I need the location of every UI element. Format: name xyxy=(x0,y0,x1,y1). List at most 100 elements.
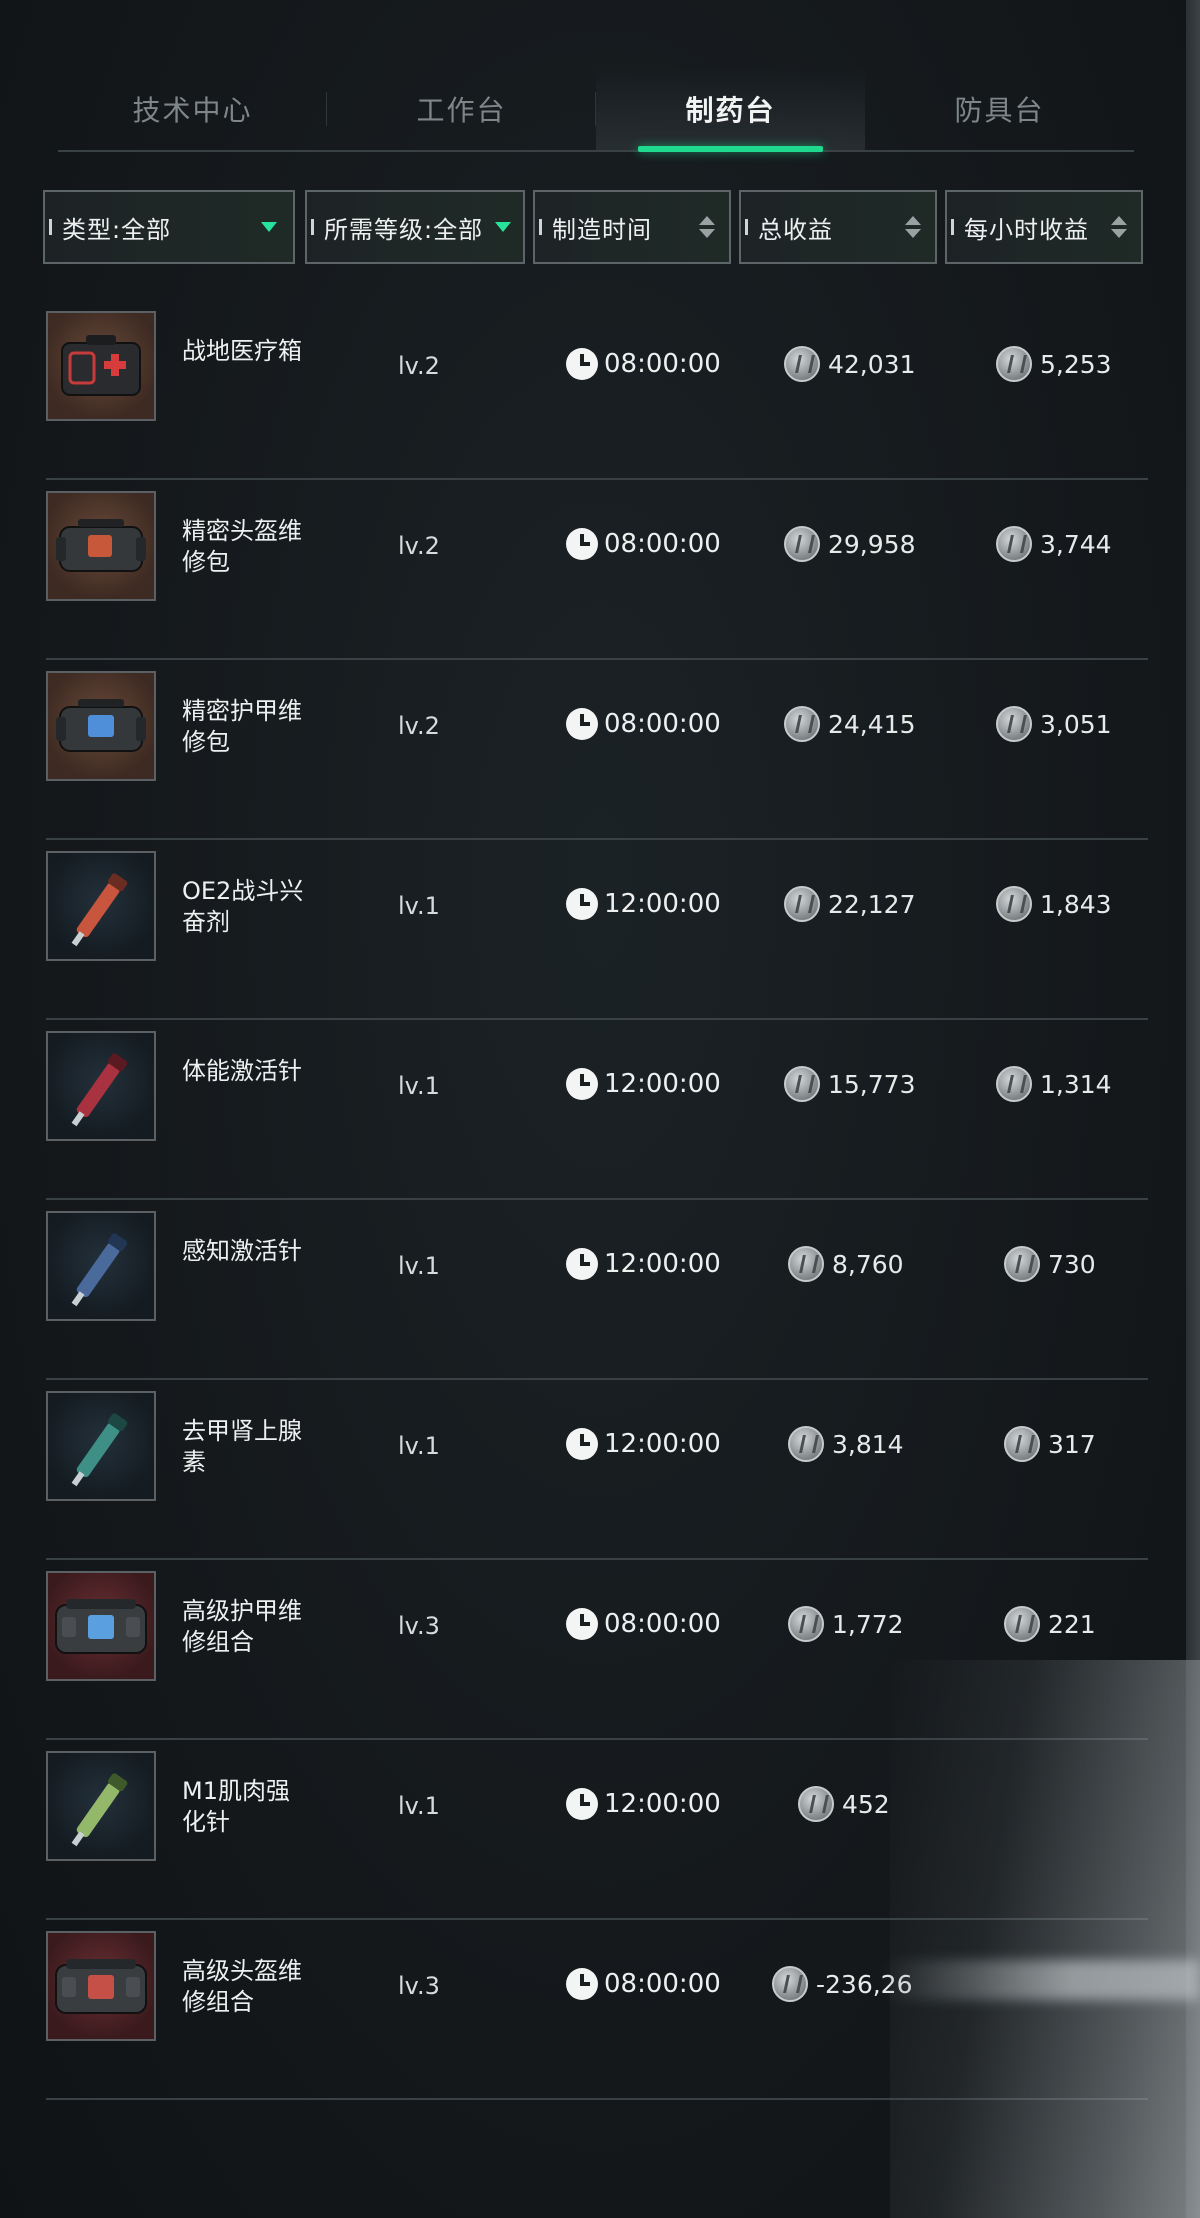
recipe-list: 战地医疗箱 lv.2 08:00:00 42,031 5,253 精密头盔维修包… xyxy=(46,300,1148,2100)
recipe-row[interactable]: OE2战斗兴奋剂 lv.1 12:00:00 22,127 1,843 xyxy=(46,840,1148,1020)
clock-icon xyxy=(566,888,598,920)
craft-time-value: 08:00:00 xyxy=(604,1969,721,1999)
craft-time: 12:00:00 xyxy=(566,1428,721,1460)
sort-icon xyxy=(699,216,715,238)
craft-time-sort[interactable]: 制造时间 xyxy=(533,190,731,264)
recipe-row[interactable]: 高级护甲维修组合 lv.3 08:00:00 1,772 221 xyxy=(46,1560,1148,1740)
total-profit: 452 xyxy=(798,1786,890,1822)
required-level: lv.3 xyxy=(398,1972,440,2000)
clock-icon xyxy=(566,1608,598,1640)
helmet-repair-combo-icon xyxy=(46,1931,156,2041)
hourly-profit-value: 1,843 xyxy=(1040,889,1112,919)
craft-time-value: 08:00:00 xyxy=(604,709,721,739)
tab-label: 防具台 xyxy=(954,94,1045,127)
coin-icon xyxy=(788,1426,824,1462)
syringe-green-icon xyxy=(46,1751,156,1861)
required-level: lv.3 xyxy=(398,1612,440,1640)
hourly-profit-sort-label: 每小时收益 xyxy=(964,215,1089,244)
clock-icon xyxy=(566,1248,598,1280)
total-profit-value: 42,031 xyxy=(828,349,916,379)
coin-icon xyxy=(996,886,1032,922)
tab-label: 技术中心 xyxy=(132,94,253,127)
syringe-teal-icon xyxy=(46,1391,156,1501)
coin-icon xyxy=(784,526,820,562)
craft-time: 12:00:00 xyxy=(566,1248,721,1280)
recipe-row[interactable]: 精密护甲维修包 lv.2 08:00:00 24,415 3,051 xyxy=(46,660,1148,840)
total-profit: 42,031 xyxy=(784,346,915,382)
total-profit: 8,760 xyxy=(788,1246,904,1282)
clock-icon xyxy=(566,348,598,380)
craft-time: 08:00:00 xyxy=(566,528,721,560)
item-name: 精密护甲维修包 xyxy=(182,697,302,756)
coin-icon xyxy=(1004,1426,1040,1462)
tab-armor-bench[interactable]: 防具台 xyxy=(865,68,1134,150)
tab-workbench[interactable]: 工作台 xyxy=(327,68,596,150)
coin-icon xyxy=(772,1966,808,2002)
filter-bar: 类型:全部 所需等级:全部 制造时间 总收益 每小时收益 xyxy=(43,190,1143,268)
craft-time-value: 12:00:00 xyxy=(604,1789,721,1819)
armor-repair-combo-icon xyxy=(46,1571,156,1681)
recipe-row[interactable]: 精密头盔维修包 lv.2 08:00:00 29,958 3,744 xyxy=(46,480,1148,660)
hourly-profit-value: 221 xyxy=(1048,1609,1096,1639)
hourly-profit-sort[interactable]: 每小时收益 xyxy=(945,190,1143,264)
craft-time-value: 08:00:00 xyxy=(604,349,721,379)
total-profit: -236,26 xyxy=(772,1966,913,2002)
hourly-profit: 730 xyxy=(1004,1246,1096,1282)
recipe-row[interactable]: 高级头盔维修组合 lv.3 08:00:00 -236,26 xyxy=(46,1920,1148,2100)
craft-time-value: 12:00:00 xyxy=(604,1069,721,1099)
total-profit-value: 15,773 xyxy=(828,1069,916,1099)
craft-time-value: 08:00:00 xyxy=(604,1609,721,1639)
total-profit-value: 3,814 xyxy=(832,1429,904,1459)
medkit-icon xyxy=(46,311,156,421)
required-level: lv.2 xyxy=(398,712,440,740)
clock-icon xyxy=(566,528,598,560)
recipe-row[interactable]: 体能激活针 lv.1 12:00:00 15,773 1,314 xyxy=(46,1020,1148,1200)
tab-label: 制药台 xyxy=(685,94,776,127)
coin-icon xyxy=(784,1066,820,1102)
coin-icon xyxy=(1004,1606,1040,1642)
hourly-profit: 5,253 xyxy=(996,346,1112,382)
total-profit-sort[interactable]: 总收益 xyxy=(739,190,937,264)
coin-icon xyxy=(784,886,820,922)
craft-time-value: 08:00:00 xyxy=(604,529,721,559)
tab-label: 工作台 xyxy=(416,94,507,127)
item-name: 感知激活针 xyxy=(182,1237,302,1265)
craft-time-value: 12:00:00 xyxy=(604,1429,721,1459)
helmet-repair-kit-icon xyxy=(46,491,156,601)
recipe-row[interactable]: 感知激活针 lv.1 12:00:00 8,760 730 xyxy=(46,1200,1148,1380)
item-name: 精密头盔维修包 xyxy=(182,517,302,576)
hourly-profit-value: 3,744 xyxy=(1040,529,1112,559)
hourly-profit: 3,051 xyxy=(996,706,1112,742)
hourly-profit-value: 3,051 xyxy=(1040,709,1112,739)
recipe-row[interactable]: 去甲肾上腺素 lv.1 12:00:00 3,814 317 xyxy=(46,1380,1148,1560)
syringe-orange-icon xyxy=(46,851,156,961)
recipe-row[interactable]: 战地医疗箱 lv.2 08:00:00 42,031 5,253 xyxy=(46,300,1148,480)
craft-time: 12:00:00 xyxy=(566,1068,721,1100)
syringe-blue-icon xyxy=(46,1211,156,1321)
craft-time-sort-label: 制造时间 xyxy=(552,215,652,244)
item-name: OE2战斗兴奋剂 xyxy=(182,877,304,936)
coin-icon xyxy=(996,346,1032,382)
recipe-row[interactable]: M1肌肉强化针 lv.1 12:00:00 452 xyxy=(46,1740,1148,1920)
tab-tech-center[interactable]: 技术中心 xyxy=(58,68,327,150)
craft-time: 12:00:00 xyxy=(566,1788,721,1820)
clock-icon xyxy=(566,1428,598,1460)
hourly-profit: 317 xyxy=(1004,1426,1096,1462)
total-profit-value: 8,760 xyxy=(832,1249,904,1279)
total-profit-sort-label: 总收益 xyxy=(758,215,833,244)
coin-icon xyxy=(784,706,820,742)
craft-time: 08:00:00 xyxy=(566,1608,721,1640)
craft-time: 08:00:00 xyxy=(566,1968,721,2000)
hourly-profit: 1,843 xyxy=(996,886,1112,922)
type-filter-dropdown[interactable]: 类型:全部 xyxy=(43,190,295,264)
total-profit-value: -236,26 xyxy=(816,1969,913,1999)
hourly-profit: 3,744 xyxy=(996,526,1112,562)
tab-pharmacy[interactable]: 制药台 xyxy=(596,68,865,152)
total-profit: 1,772 xyxy=(788,1606,904,1642)
total-profit: 3,814 xyxy=(788,1426,904,1462)
chevron-down-icon xyxy=(261,222,277,232)
hourly-profit-value: 1,314 xyxy=(1040,1069,1112,1099)
coin-icon xyxy=(784,346,820,382)
level-filter-dropdown[interactable]: 所需等级:全部 xyxy=(305,190,525,264)
required-level: lv.1 xyxy=(398,1792,440,1820)
